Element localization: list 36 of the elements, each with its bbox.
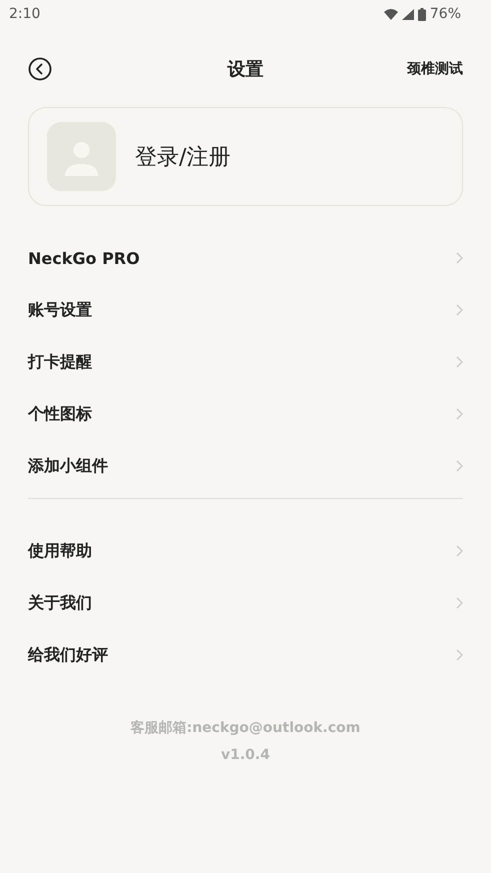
menu-label: 关于我们	[28, 592, 92, 614]
menu-label: 使用帮助	[28, 540, 92, 562]
back-icon[interactable]	[28, 57, 52, 81]
version-label: v1.0.4	[221, 747, 270, 763]
menu-label: 打卡提醒	[28, 352, 92, 372]
chevron-icon	[456, 252, 463, 264]
menu-item[interactable]: NeckGo PRO	[28, 232, 463, 284]
battery-percentage: 76%	[430, 6, 461, 22]
menu-item[interactable]: 使用帮助	[28, 525, 463, 577]
login-card[interactable]: 登录/注册	[28, 107, 463, 206]
chevron-icon	[456, 597, 463, 609]
chevron-icon	[456, 460, 463, 472]
menu-item[interactable]: 给我们好评	[28, 629, 463, 681]
menu-label: 给我们好评	[28, 644, 108, 666]
menu-label: 添加小组件	[28, 456, 108, 476]
menu-label: 个性图标	[28, 404, 92, 424]
login-label: 登录/注册	[135, 144, 230, 172]
menu-item[interactable]: 个性图标	[28, 388, 463, 440]
battery-icon	[418, 8, 426, 20]
chevron-icon	[456, 649, 463, 661]
page-title: 设置	[228, 58, 264, 81]
menu-item[interactable]: 打卡提醒	[28, 336, 463, 388]
neck-test-link[interactable]: 颈椎测试	[407, 60, 463, 78]
chevron-icon	[456, 304, 463, 316]
menu-item[interactable]: 关于我们	[28, 577, 463, 629]
wifi-icon	[384, 8, 398, 20]
menu-label: 账号设置	[28, 300, 92, 320]
contact-email: 客服邮箱:neckgo@outlook.com	[130, 719, 360, 737]
menu-item[interactable]: 添加小组件	[28, 440, 463, 492]
status-time: 2:10	[9, 6, 40, 22]
menu-item[interactable]: 账号设置	[28, 284, 463, 336]
chevron-icon	[456, 545, 463, 557]
signal-icon	[402, 8, 414, 20]
menu-label: NeckGo PRO	[28, 248, 140, 268]
chevron-icon	[456, 408, 463, 420]
chevron-icon	[456, 356, 463, 368]
